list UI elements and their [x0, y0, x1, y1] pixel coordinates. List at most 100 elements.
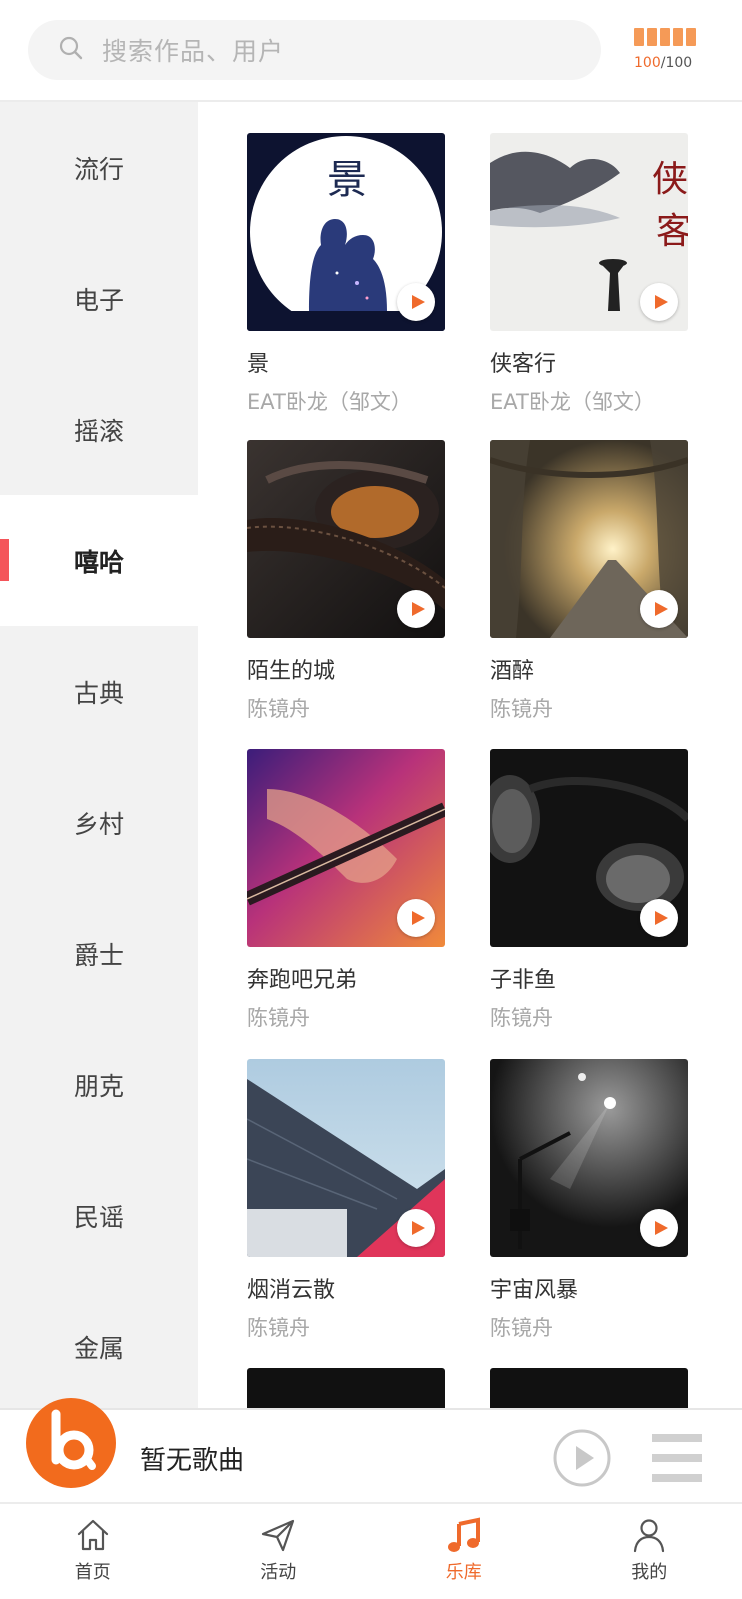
play-button[interactable]: [640, 1209, 678, 1247]
play-button[interactable]: [640, 590, 678, 628]
nav-label: 乐库: [445, 1562, 482, 1583]
header: 搜索作品、用户 100/100: [0, 0, 742, 102]
play-icon: [411, 1221, 425, 1235]
search-icon: [58, 35, 84, 65]
category-item-punk[interactable]: 朋克: [0, 1019, 198, 1150]
category-item-rock[interactable]: 摇滚: [0, 364, 198, 495]
music-note-icon: [447, 1517, 480, 1552]
song-card[interactable]: 奔跑吧兄弟 陈镜舟: [247, 749, 445, 1031]
nav-item-library[interactable]: 乐库: [371, 1506, 557, 1599]
song-title: 侠客行: [490, 352, 557, 377]
play-icon: [654, 911, 668, 925]
song-card-partial[interactable]: [247, 1368, 445, 1410]
nav-label: 首页: [74, 1562, 111, 1583]
play-icon: [654, 602, 668, 616]
play-circle-icon: [553, 1429, 611, 1487]
song-title: 宇宙风暴: [490, 1278, 579, 1303]
playlist-button[interactable]: [652, 1432, 702, 1484]
song-cover[interactable]: [490, 749, 688, 947]
category-item-country[interactable]: 乡村: [0, 757, 198, 888]
category-item-folk[interactable]: 民谣: [0, 1150, 198, 1281]
song-cover[interactable]: [247, 1368, 445, 1410]
quota-total: /100: [660, 55, 693, 71]
song-artist[interactable]: 陈镜舟: [490, 1315, 688, 1341]
category-label: 流行: [74, 154, 125, 184]
song-card[interactable]: 景 景 EAT卧龙（邹文）: [247, 133, 445, 415]
category-item-jazz[interactable]: 爵士: [0, 888, 198, 1019]
song-card-partial[interactable]: [490, 1368, 688, 1410]
play-icon: [654, 295, 668, 309]
search-bar[interactable]: 搜索作品、用户: [28, 20, 601, 80]
song-artist[interactable]: EAT卧龙（邹文）: [490, 389, 688, 415]
play-icon: [411, 911, 425, 925]
nav-label: 活动: [260, 1562, 297, 1583]
category-label: 嘻哈: [74, 547, 125, 577]
song-cover[interactable]: 景: [247, 133, 445, 331]
play-button[interactable]: [640, 899, 678, 937]
category-label: 古典: [74, 678, 125, 708]
song-card[interactable]: 陌生的城 陈镜舟: [247, 440, 445, 722]
nav-item-home[interactable]: 首页: [0, 1506, 186, 1599]
category-label: 乡村: [74, 809, 125, 839]
song-artist[interactable]: 陈镜舟: [247, 696, 445, 722]
song-card[interactable]: 烟消云散 陈镜舟: [247, 1059, 445, 1341]
song-card[interactable]: 侠 客 侠客行 EAT卧龙（邹文）: [490, 133, 688, 415]
song-cover[interactable]: [247, 440, 445, 638]
svg-text:景: 景: [327, 157, 367, 203]
nav-item-activity[interactable]: 活动: [186, 1506, 372, 1599]
logo-b-icon: [51, 1409, 96, 1470]
song-title: 奔跑吧兄弟: [247, 968, 358, 993]
player-play-button[interactable]: [552, 1428, 612, 1488]
svg-text:侠: 侠: [652, 159, 688, 200]
category-item-electronic[interactable]: 电子: [0, 233, 198, 364]
category-label: 摇滚: [74, 416, 125, 446]
download-quota[interactable]: 100/100: [634, 28, 718, 76]
song-card[interactable]: 酒醉 陈镜舟: [490, 440, 688, 722]
song-card[interactable]: 子非鱼 陈镜舟: [490, 749, 688, 1031]
paper-plane-icon: [262, 1519, 295, 1552]
play-button[interactable]: [640, 283, 678, 321]
category-item-pop[interactable]: 流行: [0, 102, 198, 233]
play-button[interactable]: [397, 283, 435, 321]
play-button[interactable]: [397, 1209, 435, 1247]
song-artist[interactable]: 陈镜舟: [247, 1315, 445, 1341]
bottom-nav: 首页 活动 乐库 我的: [0, 1506, 742, 1599]
song-cover[interactable]: [490, 1059, 688, 1257]
song-artist[interactable]: 陈镜舟: [247, 1005, 445, 1031]
play-icon: [411, 602, 425, 616]
play-icon: [411, 295, 425, 309]
song-cover[interactable]: [247, 749, 445, 947]
category-item-hiphop[interactable]: 嘻哈: [0, 495, 198, 626]
home-icon: [77, 1519, 108, 1551]
category-label: 金属: [74, 1333, 125, 1363]
song-title: 子非鱼: [490, 968, 557, 993]
song-artist[interactable]: 陈镜舟: [490, 1005, 688, 1031]
song-artist[interactable]: EAT卧龙（邹文）: [247, 389, 445, 415]
song-cover[interactable]: [490, 1368, 688, 1410]
nav-label: 我的: [631, 1562, 668, 1583]
play-button[interactable]: [397, 899, 435, 937]
app-logo[interactable]: [26, 1398, 116, 1488]
category-sidebar: 流行 电子 摇滚 嘻哈 古典 乡村 爵士 朋克 民谣 金属: [0, 102, 198, 1410]
song-card[interactable]: 宇宙风暴 陈镜舟: [490, 1059, 688, 1341]
playlist-icon: [652, 1434, 702, 1482]
category-label: 电子: [74, 285, 125, 315]
song-cover[interactable]: [490, 440, 688, 638]
category-label: 民谣: [74, 1202, 125, 1232]
song-title: 陌生的城: [247, 659, 336, 684]
nav-item-profile[interactable]: 我的: [557, 1506, 742, 1599]
category-item-classical[interactable]: 古典: [0, 626, 198, 757]
category-label: 朋克: [74, 1071, 125, 1101]
song-title: 烟消云散: [247, 1278, 336, 1303]
song-cover[interactable]: 侠 客: [490, 133, 688, 331]
category-label: 爵士: [74, 940, 125, 970]
song-title: 景: [247, 352, 270, 377]
play-button[interactable]: [397, 590, 435, 628]
song-cover[interactable]: [247, 1059, 445, 1257]
svg-text:客: 客: [656, 211, 688, 252]
song-artist[interactable]: 陈镜舟: [490, 696, 688, 722]
song-grid: 景 景 EAT卧龙（邹文） 侠 客 侠客行 EAT卧龙（邹文） 陌生的城 陈镜舟…: [198, 102, 742, 1410]
quota-text: 100/100: [634, 55, 718, 71]
quota-current: 100: [634, 55, 661, 71]
category-item-metal[interactable]: 金属: [0, 1281, 198, 1412]
